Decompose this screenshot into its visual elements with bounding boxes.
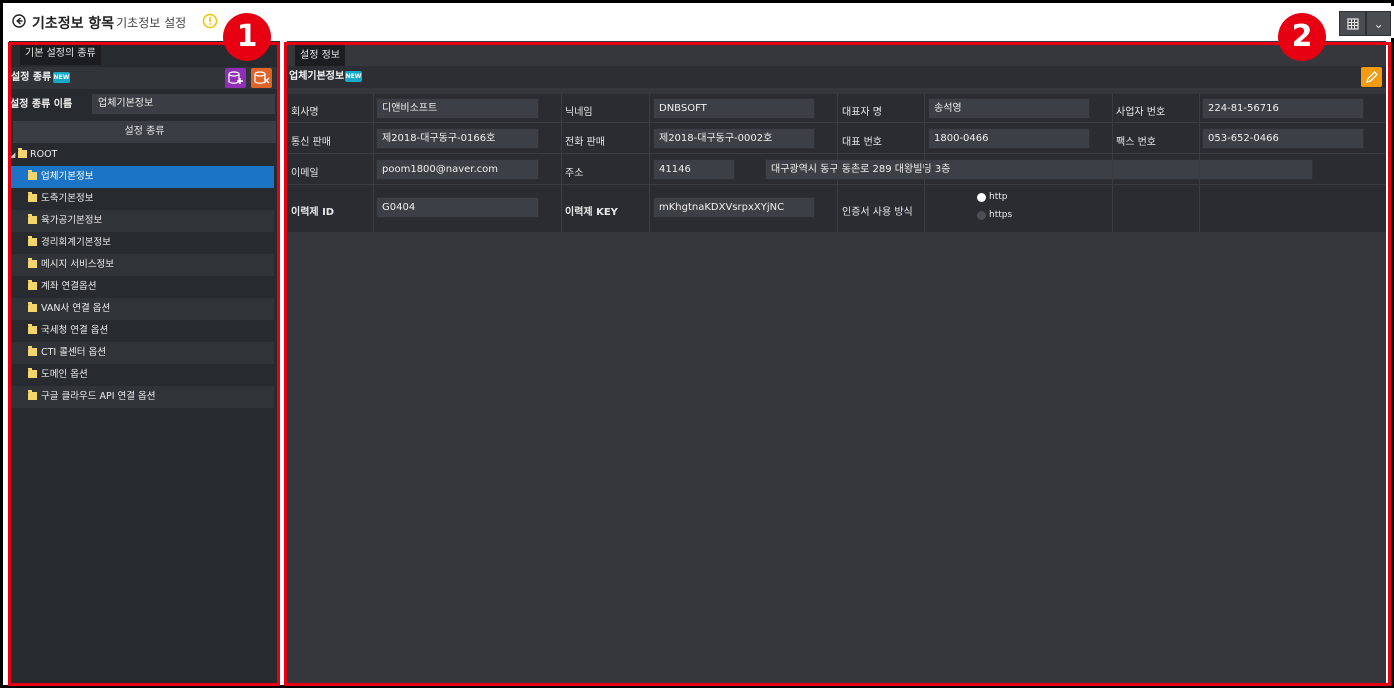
grid-icon xyxy=(1346,17,1359,30)
page-subtitle: - 기초정보 설정 xyxy=(108,16,187,30)
layout-grid-button[interactable] xyxy=(1339,11,1366,36)
warning-icon[interactable] xyxy=(202,13,218,29)
layout-dropdown-button[interactable]: ⌄ xyxy=(1366,11,1391,36)
page-title: 기초정보 항목 xyxy=(32,16,115,32)
annotation-badge-2: 2 xyxy=(1278,13,1326,61)
back-arrow-icon[interactable] xyxy=(12,14,26,28)
app-window: 기초정보 항목 - 기초정보 설정 ⌄ 기본 설정의 종류 설정 종류 NEW xyxy=(0,0,1394,688)
annotation-box-1 xyxy=(8,42,280,686)
annotation-badge-1: 1 xyxy=(223,13,271,61)
title-bar: 기초정보 항목 - 기초정보 설정 ⌄ xyxy=(6,6,1394,38)
annotation-box-2 xyxy=(284,42,1391,686)
chevron-down-icon: ⌄ xyxy=(1373,16,1384,31)
